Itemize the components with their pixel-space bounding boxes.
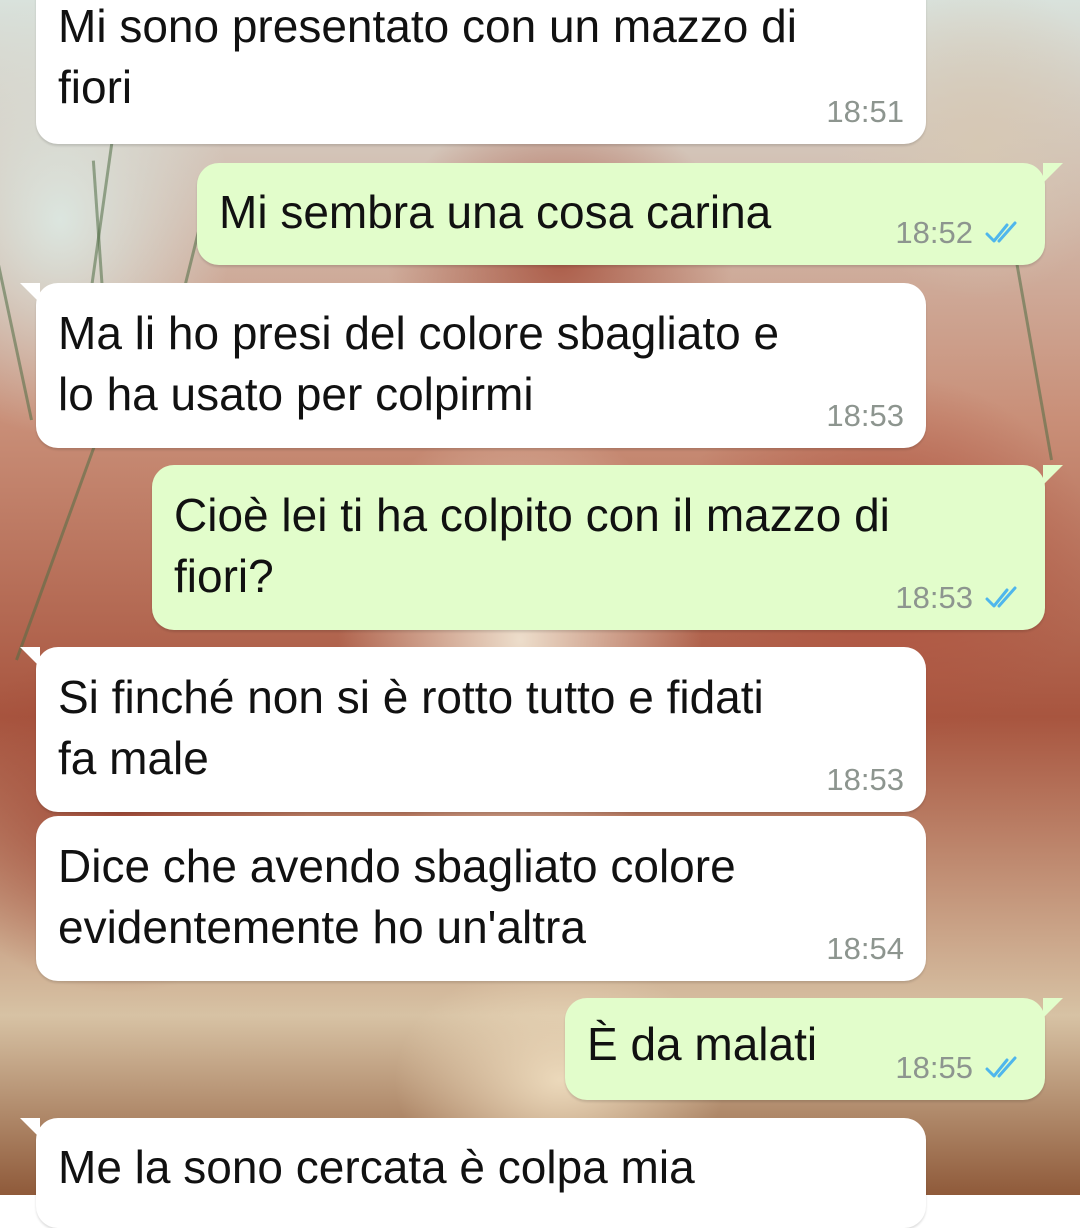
message-meta: 18:53 <box>895 580 1023 616</box>
outgoing-message-bubble[interactable]: Mi sembra una cosa carina 18:52 <box>197 163 1063 265</box>
message-meta: 18:53 <box>826 762 904 798</box>
double-check-read-icon <box>985 1056 1017 1078</box>
message-time: 18:53 <box>826 762 904 797</box>
message-text: Mi sono presentato con un mazzo di fiori <box>58 0 797 113</box>
message-time: 18:54 <box>826 931 904 966</box>
message-text: Ma li ho presi del colore sbagliato e lo… <box>58 307 780 420</box>
bubble-tail <box>1043 465 1063 485</box>
double-check-read-icon <box>985 221 1017 243</box>
message-meta: 18:52 <box>895 215 1023 251</box>
outgoing-message-bubble[interactable]: Cioè lei ti ha colpito con il mazzo di f… <box>152 465 1063 630</box>
incoming-message-bubble[interactable]: Dice che avendo sbagliato colore evident… <box>36 816 926 981</box>
message-time: 18:53 <box>895 580 973 615</box>
message-meta: 18:55 <box>895 1050 1023 1086</box>
message-meta: 18:54 <box>826 931 904 967</box>
message-text: Cioè lei ti ha colpito con il mazzo di f… <box>174 489 890 602</box>
message-text: Dice che avendo sbagliato colore evident… <box>58 840 736 953</box>
message-list: Mi sono presentato con un mazzo di fiori… <box>0 0 1080 1228</box>
message-time: 18:51 <box>826 94 904 129</box>
bubble-tail <box>1043 998 1063 1018</box>
bubble-tail <box>20 1118 40 1138</box>
message-time: 18:53 <box>826 398 904 433</box>
message-meta: 18:53 <box>826 398 904 434</box>
incoming-message-bubble[interactable]: Mi sono presentato con un mazzo di fiori… <box>36 0 926 144</box>
incoming-message-bubble[interactable]: Ma li ho presi del colore sbagliato e lo… <box>20 283 926 448</box>
incoming-message-bubble[interactable]: Me la sono cercata è colpa mia <box>20 1118 926 1228</box>
bubble-tail <box>20 283 40 303</box>
message-meta: 18:51 <box>826 94 904 130</box>
message-text: È da malati <box>587 1018 818 1070</box>
message-text: Si finché non si è rotto tutto e fidati … <box>58 671 764 784</box>
message-time: 18:55 <box>895 1050 973 1085</box>
bubble-tail <box>20 647 40 667</box>
message-time: 18:52 <box>895 215 973 250</box>
message-text: Mi sembra una cosa carina <box>219 186 772 238</box>
outgoing-message-bubble[interactable]: È da malati 18:55 <box>565 998 1063 1100</box>
message-text: Me la sono cercata è colpa mia <box>58 1141 695 1193</box>
bubble-tail <box>1043 163 1063 183</box>
incoming-message-bubble[interactable]: Si finché non si è rotto tutto e fidati … <box>20 647 926 812</box>
double-check-read-icon <box>985 586 1017 608</box>
